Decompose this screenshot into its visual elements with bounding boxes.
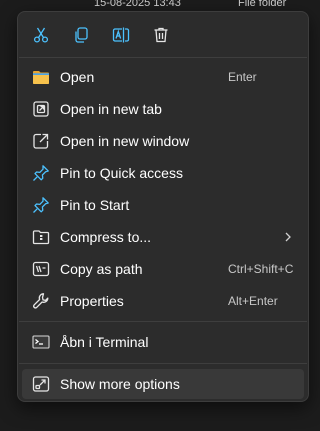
background-type: File folder <box>238 0 287 9</box>
menu-item-properties[interactable]: Properties Alt+Enter <box>22 286 304 316</box>
toolbar-separator <box>19 57 307 58</box>
menu-item-properties-shortcut: Alt+Enter <box>228 294 278 308</box>
copy-path-icon <box>32 260 50 278</box>
zip-folder-icon <box>32 228 50 246</box>
menu-item-pin-quick-access[interactable]: Pin to Quick access <box>22 158 304 188</box>
menu-item-open-new-tab-label: Open in new tab <box>60 101 162 117</box>
open-new-window-icon <box>32 132 50 150</box>
menu-separator <box>19 321 307 322</box>
menu-item-open[interactable]: Open Enter <box>22 62 304 92</box>
menu-item-pin-quick-access-label: Pin to Quick access <box>60 165 183 181</box>
menu-item-pin-start[interactable]: Pin to Start <box>22 190 304 220</box>
menu-item-copy-as-path-shortcut: Ctrl+Shift+C <box>228 262 294 276</box>
delete-button[interactable] <box>148 23 174 47</box>
context-menu: Open Enter Open in new tab Open in new w… <box>17 11 309 402</box>
menu-item-copy-as-path-label: Copy as path <box>60 261 143 277</box>
copy-button[interactable] <box>68 23 94 47</box>
menu-item-open-new-tab[interactable]: Open in new tab <box>22 94 304 124</box>
menu-item-properties-label: Properties <box>60 293 124 309</box>
cut-button[interactable] <box>28 23 54 47</box>
menu-item-copy-as-path[interactable]: Copy as path Ctrl+Shift+C <box>22 254 304 284</box>
menu-item-show-more-options-label: Show more options <box>60 376 180 392</box>
rename-button[interactable] <box>108 23 134 47</box>
background-date: 15-08-2025 13:43 <box>94 0 181 9</box>
menu-item-open-shortcut: Enter <box>228 70 257 84</box>
menu-item-open-new-window[interactable]: Open in new window <box>22 126 304 156</box>
pin-icon <box>32 196 50 214</box>
menu-item-open-terminal-label: Åbn i Terminal <box>60 334 149 350</box>
rename-icon <box>112 27 130 43</box>
folder-icon <box>32 68 50 86</box>
chevron-right-icon <box>285 232 291 242</box>
scissors-icon <box>33 27 49 43</box>
menu-item-show-more-options[interactable]: Show more options <box>22 369 304 399</box>
menu-item-open-terminal[interactable]: Åbn i Terminal <box>22 327 304 357</box>
menu-separator <box>19 363 307 364</box>
pin-icon <box>32 164 50 182</box>
terminal-icon <box>32 333 50 351</box>
menu-item-open-new-window-label: Open in new window <box>60 133 190 149</box>
menu-item-compress[interactable]: Compress to... <box>22 222 304 252</box>
menu-item-pin-start-label: Pin to Start <box>60 197 130 213</box>
wrench-icon <box>32 292 50 310</box>
show-more-options-icon <box>32 375 50 393</box>
trash-icon <box>154 27 168 43</box>
open-new-tab-icon <box>32 100 50 118</box>
menu-item-open-label: Open <box>60 69 95 85</box>
copy-icon <box>75 27 88 43</box>
menu-item-compress-label: Compress to... <box>60 229 152 245</box>
context-menu-toolbar <box>18 12 308 57</box>
